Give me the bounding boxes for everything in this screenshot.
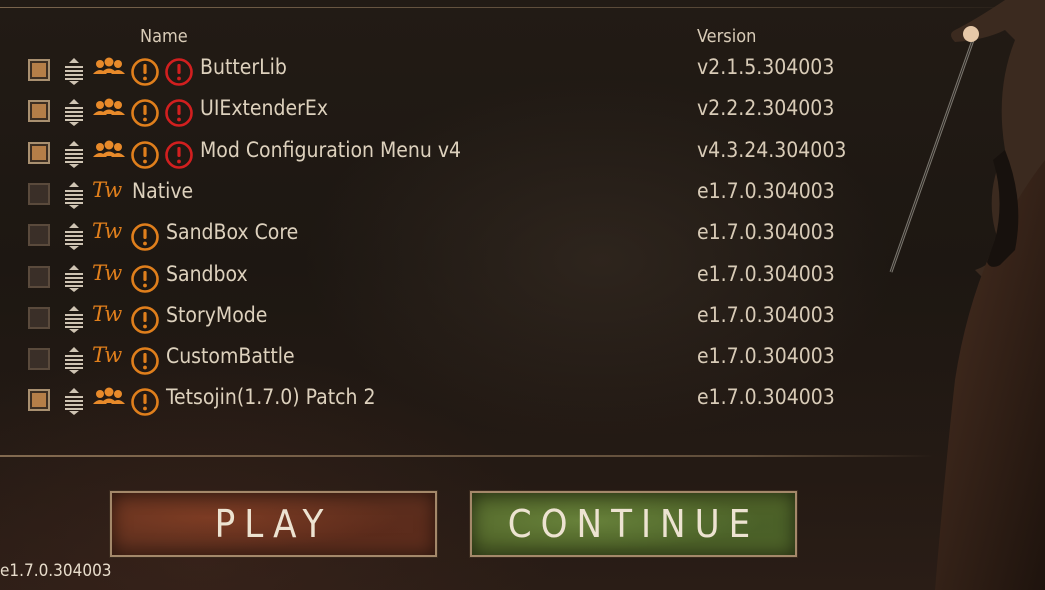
mod-name: Mod Configuration Menu v4 <box>200 137 462 162</box>
mod-enable-checkbox[interactable] <box>28 182 50 205</box>
taleworlds-logo-icon: Tw <box>92 177 122 202</box>
drag-handle-icon[interactable] <box>64 140 84 168</box>
error-icon[interactable] <box>164 98 194 128</box>
drag-handle-icon[interactable] <box>64 98 84 127</box>
mod-version: v2.1.5.304003 <box>697 55 835 79</box>
mod-name: UIExtenderEx <box>200 96 329 121</box>
mod-version: v4.3.24.304003 <box>697 137 847 162</box>
mod-name: Native <box>132 178 194 203</box>
mod-name: ButterLib <box>200 55 287 79</box>
mod-row[interactable]: Tw StoryMode e1.7.0.304003 <box>0 299 900 339</box>
community-icon <box>93 387 125 405</box>
mod-row[interactable]: Tw CustomBattle e1.7.0.304003 <box>0 340 900 380</box>
mod-row[interactable]: Tw Sandbox e1.7.0.304003 <box>0 258 900 298</box>
mod-name: StoryMode <box>166 302 268 327</box>
mod-row[interactable]: UIExtenderEx v2.2.2.304003 <box>0 92 900 132</box>
mod-row[interactable]: Tw Native e1.7.0.304003 <box>0 175 900 215</box>
continue-button[interactable]: CONTINUE <box>470 491 797 557</box>
error-icon[interactable] <box>164 140 194 170</box>
error-icon[interactable] <box>164 57 194 87</box>
mod-list-header: Name Version <box>0 26 900 48</box>
taleworlds-logo-icon: Tw <box>92 343 122 368</box>
mod-enable-checkbox[interactable] <box>28 141 50 164</box>
warning-icon[interactable] <box>130 57 160 87</box>
taleworlds-logo-icon: Tw <box>92 260 122 285</box>
warning-icon[interactable] <box>130 140 160 170</box>
mod-version: e1.7.0.304003 <box>697 385 835 410</box>
drag-handle-icon[interactable] <box>64 222 84 251</box>
mod-enable-checkbox[interactable] <box>28 348 50 371</box>
game-version-label: e1.7.0.304003 <box>0 561 112 581</box>
bottom-divider <box>0 455 935 457</box>
mod-enable-checkbox[interactable] <box>28 389 50 412</box>
mod-name: CustomBattle <box>166 344 295 369</box>
mod-row[interactable]: Tetsojin(1.7.0) Patch 2 e1.7.0.304003 <box>0 381 900 421</box>
drag-handle-icon[interactable] <box>64 264 84 292</box>
drag-handle-icon[interactable] <box>64 57 84 85</box>
mod-version: e1.7.0.304003 <box>697 178 835 203</box>
community-icon <box>93 98 125 116</box>
mod-enable-checkbox[interactable] <box>28 265 50 288</box>
column-header-name[interactable]: Name <box>140 26 188 47</box>
mod-version: e1.7.0.304003 <box>697 344 835 369</box>
mod-enable-checkbox[interactable] <box>28 306 50 329</box>
warning-icon[interactable] <box>130 346 160 376</box>
mod-enable-checkbox[interactable] <box>28 59 50 81</box>
warning-icon[interactable] <box>130 98 160 128</box>
mod-row[interactable]: ButterLib v2.1.5.304003 <box>0 52 900 91</box>
warning-icon[interactable] <box>130 387 160 417</box>
mod-enable-checkbox[interactable] <box>28 224 50 247</box>
mod-list[interactable]: ButterLib v2.1.5.304003 UIExtenderEx v2.2.2… <box>0 52 900 432</box>
mod-name: SandBox Core <box>166 220 299 245</box>
taleworlds-logo-icon: Tw <box>92 219 122 244</box>
mod-version: e1.7.0.304003 <box>697 261 835 286</box>
mod-name: Tetsojin(1.7.0) Patch 2 <box>166 385 376 410</box>
play-button[interactable]: PLAY <box>110 491 437 557</box>
taleworlds-logo-icon: Tw <box>92 301 122 326</box>
drag-handle-icon[interactable] <box>64 181 84 209</box>
warning-icon[interactable] <box>130 305 160 335</box>
mod-version: e1.7.0.304003 <box>697 220 835 245</box>
rider-illustration <box>889 0 1045 590</box>
mod-row[interactable]: Tw SandBox Core e1.7.0.304003 <box>0 216 900 256</box>
drag-handle-icon[interactable] <box>64 387 84 416</box>
mod-name: Sandbox <box>166 261 248 286</box>
drag-handle-icon[interactable] <box>64 305 84 333</box>
mod-row[interactable]: Mod Configuration Menu v4 v4.3.24.304003 <box>0 134 900 174</box>
mod-enable-checkbox[interactable] <box>28 100 50 123</box>
drag-handle-icon[interactable] <box>64 346 84 375</box>
launcher-screen: Name Version ButterLib v2.1.5.304003 UIExt… <box>0 0 1045 590</box>
column-header-version[interactable]: Version <box>697 26 756 47</box>
warning-icon[interactable] <box>130 264 160 294</box>
community-icon <box>93 140 125 157</box>
mod-version: v2.2.2.304003 <box>697 96 835 121</box>
warning-icon[interactable] <box>130 222 160 252</box>
community-icon <box>93 57 125 74</box>
mod-version: e1.7.0.304003 <box>697 302 835 327</box>
